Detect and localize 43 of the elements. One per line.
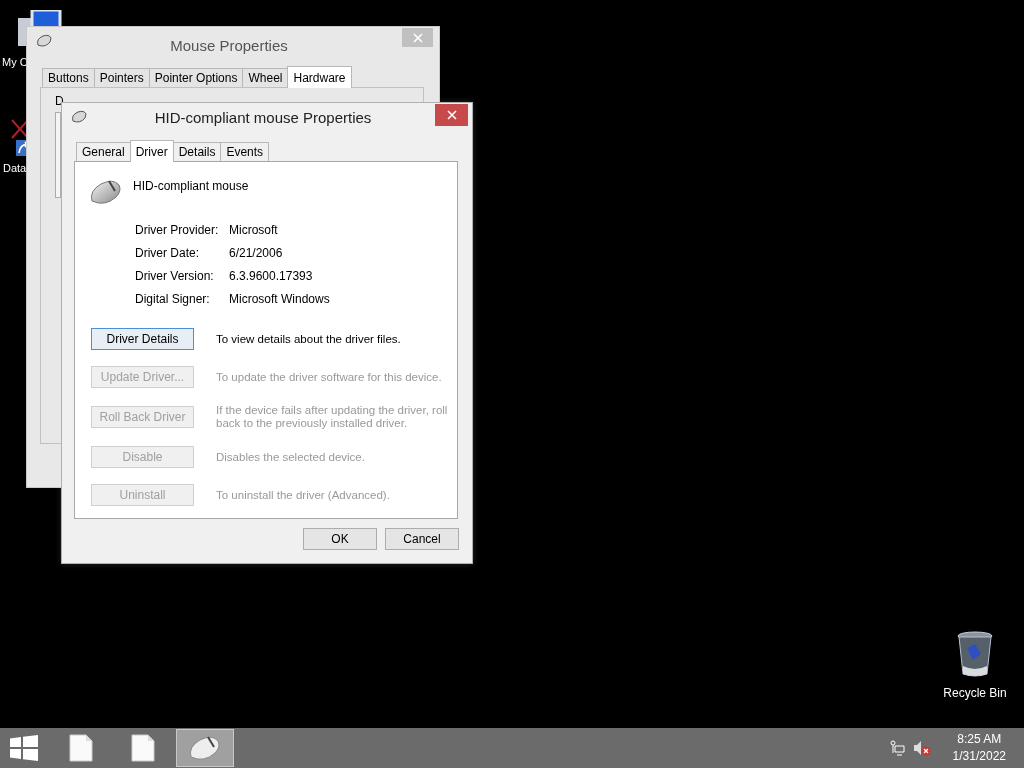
tab[interactable]: Events [220,142,270,161]
action-description: Disables the selected device. [216,450,366,464]
window-title: Mouse Properties [169,36,289,54]
close-button[interactable] [435,104,468,126]
taskbar-button[interactable] [176,729,234,767]
property-label: Driver Date: [135,245,200,260]
action-button[interactable]: Driver Details [91,328,194,350]
tab[interactable]: Hardware [287,66,352,88]
close-icon [412,32,423,43]
tab[interactable]: General [76,142,131,161]
property-value: 6.3.9600.17393 [229,268,314,283]
action-description: To update the driver software for this device. [216,370,443,384]
tab[interactable]: Driver [129,140,174,162]
tab[interactable]: Pointers [93,68,150,87]
document-icon [131,734,155,762]
property-label: Driver Provider: [135,222,220,237]
desktop-icon-label[interactable]: Recycle Bin [943,686,1007,700]
desktop-icon-label[interactable]: Data [3,162,27,174]
window-title: HID-compliant mouse Properties [153,108,373,126]
action-description: If the device fails after updating the driver, roll back to the previously installed driver. [216,404,449,430]
mouse-icon [70,109,88,125]
device-name: HID-compliant mouse [133,179,249,193]
clock-date[interactable]: 1/31/2022 [952,748,1006,765]
property-value: Microsoft [229,222,279,237]
tab[interactable]: Pointer Options [148,68,244,87]
dialog-button[interactable]: OK [303,528,377,550]
close-icon [446,110,457,120]
property-label: Digital Signer: [135,291,211,306]
action-description: To view details about the driver files. [216,332,402,346]
property-value: 6/21/2006 [229,245,284,260]
tab[interactable]: Wheel [242,68,289,87]
volume-muted-icon[interactable] [912,740,931,756]
tab[interactable]: Buttons [42,68,95,87]
clock-time[interactable]: 8:25 AM [957,731,1002,748]
mouse-icon [35,33,53,49]
windows-logo-icon [10,735,38,761]
property-label: Driver Version: [135,268,215,283]
network-icon[interactable] [888,740,905,756]
document-icon [69,734,93,762]
recycle-bin-icon[interactable] [955,630,995,678]
dialog-button[interactable]: Cancel [385,528,459,550]
property-value: Microsoft Windows [229,291,331,306]
action-description: To uninstall the driver (Advanced). [216,488,391,502]
